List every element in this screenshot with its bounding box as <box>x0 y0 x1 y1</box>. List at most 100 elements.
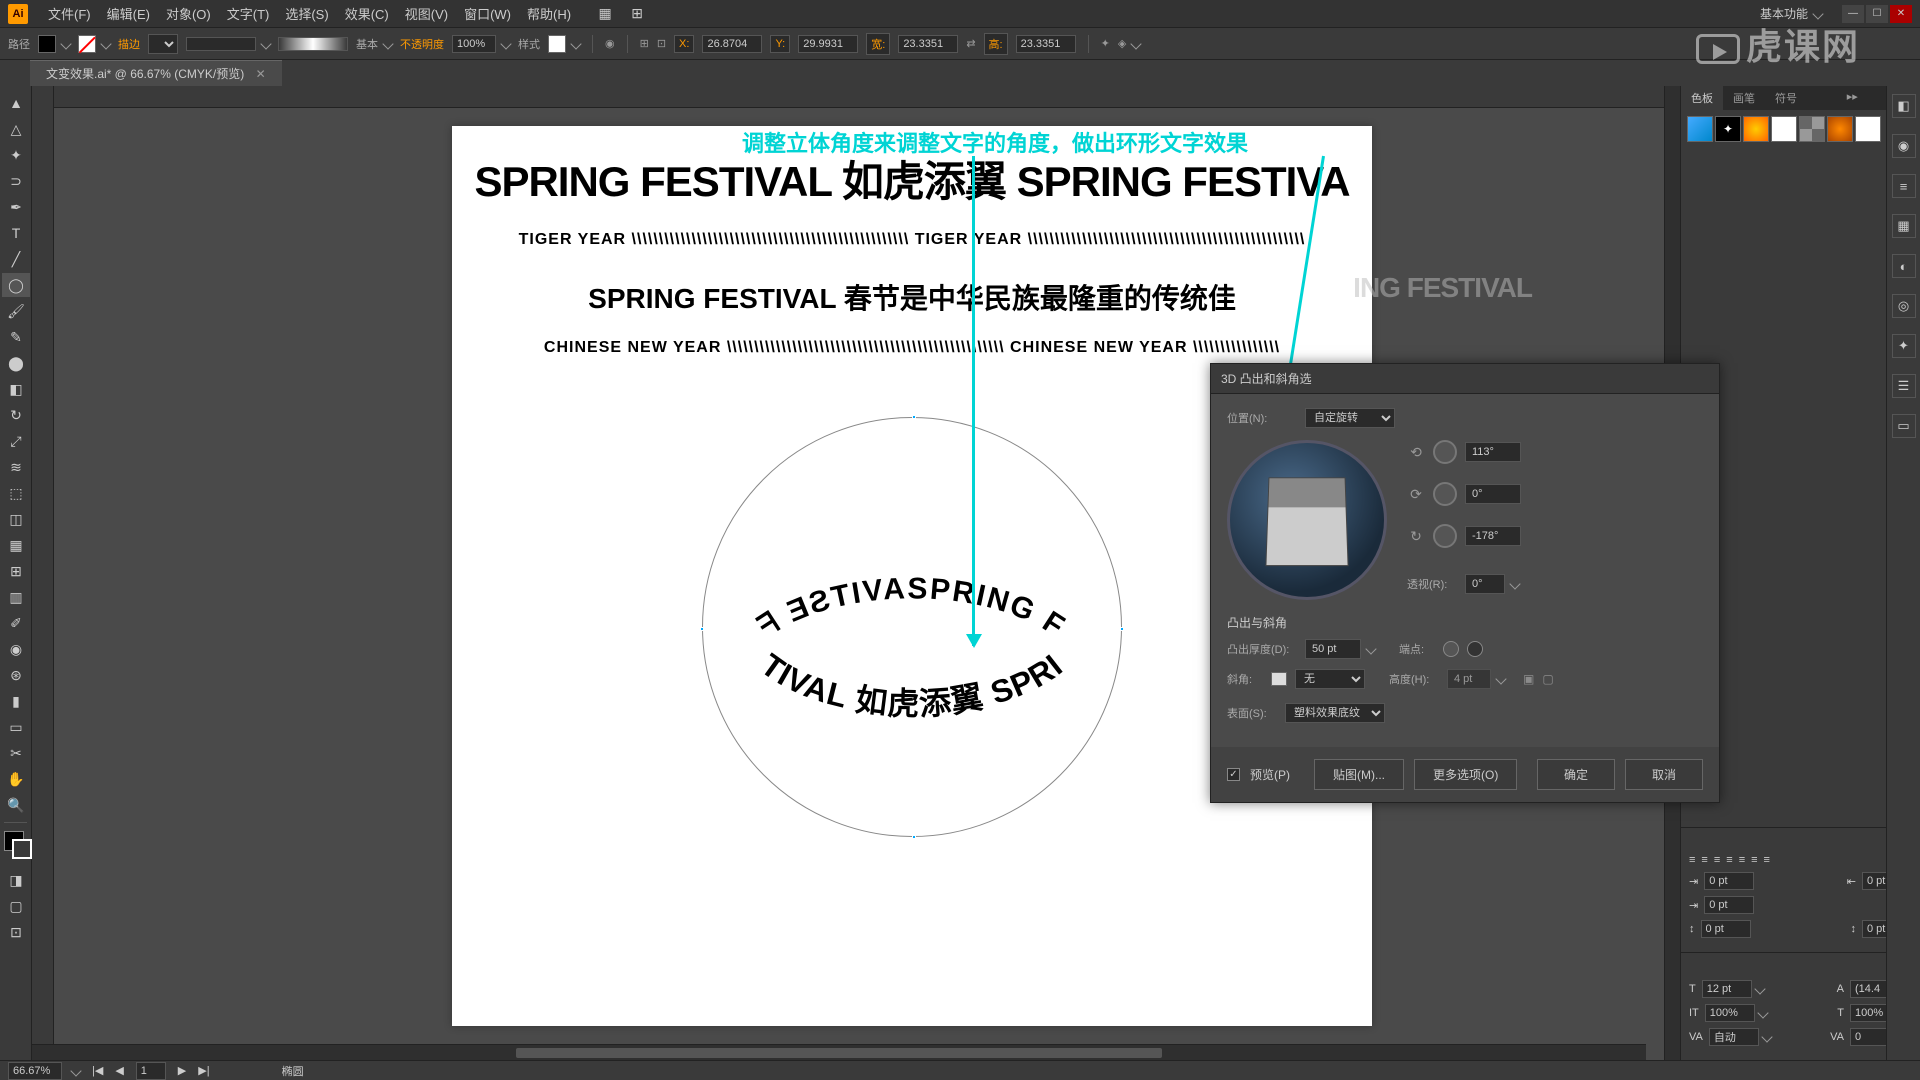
artboard-nav[interactable] <box>136 1062 166 1080</box>
shape-builder-tool[interactable]: ◫ <box>2 507 30 531</box>
eraser-tool[interactable]: ◧ <box>2 377 30 401</box>
menu-file[interactable]: 文件(F) <box>40 4 99 23</box>
rotate-x-dial[interactable] <box>1433 440 1457 464</box>
lasso-tool[interactable]: ⊃ <box>2 169 30 193</box>
maximize-button[interactable]: ☐ <box>1866 5 1888 23</box>
graphic-styles-icon[interactable]: ✦ <box>1892 334 1916 358</box>
rotate-y-input[interactable] <box>1465 484 1521 504</box>
menu-window[interactable]: 窗口(W) <box>456 4 519 23</box>
w-input[interactable] <box>898 35 958 53</box>
rotate-z-dial[interactable] <box>1433 524 1457 548</box>
close-button[interactable]: ✕ <box>1890 5 1912 23</box>
rotate-x-input[interactable] <box>1465 442 1521 462</box>
nav-prev-icon[interactable]: ◀ <box>115 1064 123 1077</box>
menu-select[interactable]: 选择(S) <box>277 4 336 23</box>
kerning[interactable] <box>1709 1028 1759 1046</box>
width-tool[interactable]: ≋ <box>2 455 30 479</box>
bevel-out-icon[interactable]: ▢ <box>1542 672 1553 686</box>
subline-2[interactable]: CHINESE NEW YEAR \\\\\\\\\\\\\\\\\\\\\\\… <box>452 339 1372 357</box>
line-tool[interactable]: ╱ <box>2 247 30 271</box>
menu-object[interactable]: 对象(O) <box>158 4 219 23</box>
magic-wand-tool[interactable]: ✦ <box>2 143 30 167</box>
free-transform-tool[interactable]: ⬚ <box>2 481 30 505</box>
perspective-grid-tool[interactable]: ▦ <box>2 533 30 557</box>
gradient-panel-icon[interactable]: ▦ <box>1892 214 1916 238</box>
nav-first-icon[interactable]: |◀ <box>92 1064 103 1077</box>
tab-close-icon[interactable]: ✕ <box>256 67 266 81</box>
opacity-input[interactable] <box>452 35 496 53</box>
stroke-weight[interactable] <box>148 34 178 54</box>
zoom-input[interactable] <box>8 1062 62 1080</box>
first-line-indent[interactable] <box>1704 896 1754 914</box>
font-size[interactable] <box>1702 980 1752 998</box>
tab-symbols[interactable]: 符号 <box>1765 86 1807 110</box>
space-before[interactable] <box>1701 920 1751 938</box>
swatch-item[interactable]: ✦ <box>1715 116 1741 142</box>
swatch-item[interactable] <box>1687 116 1713 142</box>
swatch-item[interactable] <box>1827 116 1853 142</box>
transparency-panel-icon[interactable]: ◐ <box>1892 254 1916 278</box>
brush-def[interactable] <box>278 37 348 51</box>
surface-select[interactable]: 塑料效果底纹 <box>1285 703 1385 723</box>
eyedropper-tool[interactable]: ✐ <box>2 611 30 635</box>
swatch-item[interactable] <box>1743 116 1769 142</box>
style-swatch[interactable] <box>548 35 566 53</box>
depth-input[interactable] <box>1305 639 1361 659</box>
menu-view[interactable]: 视图(V) <box>397 4 456 23</box>
rotate-z-input[interactable] <box>1465 526 1521 546</box>
artboard-tool[interactable]: ▭ <box>2 715 30 739</box>
menu-effect[interactable]: 效果(C) <box>337 4 397 23</box>
x-input[interactable] <box>702 35 762 53</box>
symbol-sprayer-tool[interactable]: ⊛ <box>2 663 30 687</box>
opacity-label[interactable]: 不透明度 <box>400 36 444 52</box>
direct-selection-tool[interactable]: △ <box>2 117 30 141</box>
circle-text-object[interactable]: ᖷ ƎƧTIVASPRING F TIVAL 如虎添翼 SPRI <box>702 417 1122 837</box>
bevel-height-input[interactable] <box>1447 669 1491 689</box>
slice-tool[interactable]: ✂ <box>2 741 30 765</box>
recolor-icon[interactable]: ◉ <box>605 37 615 50</box>
layout-icon[interactable]: ⊞ <box>623 2 651 26</box>
cap-on-icon[interactable] <box>1443 641 1459 657</box>
fill-stroke-indicator[interactable] <box>0 827 31 867</box>
draw-mode-icon[interactable]: ▢ <box>2 894 30 918</box>
dialog-title[interactable]: 3D 凸出和斜角选 <box>1211 364 1719 394</box>
gradient-tool[interactable]: ▥ <box>2 585 30 609</box>
nav-last-icon[interactable]: ▶| <box>198 1064 209 1077</box>
more-options-button[interactable]: 更多选项(O) <box>1414 759 1517 790</box>
stroke-swatch[interactable] <box>78 35 96 53</box>
arrange-docs-icon[interactable]: ▦ <box>591 2 619 26</box>
paintbrush-tool[interactable]: 🖌 <box>2 299 30 323</box>
subline-1[interactable]: TIGER YEAR \\\\\\\\\\\\\\\\\\\\\\\\\\\\\… <box>452 231 1372 249</box>
menu-type[interactable]: 文字(T) <box>219 4 278 23</box>
scrollbar-horizontal[interactable] <box>32 1044 1646 1060</box>
rotation-cube-preview[interactable] <box>1227 440 1387 600</box>
pen-tool[interactable]: ✒ <box>2 195 30 219</box>
cancel-button[interactable]: 取消 <box>1625 759 1703 790</box>
link-wh-icon[interactable]: ⇄ <box>966 37 975 50</box>
stroke-label[interactable]: 描边 <box>118 36 140 52</box>
blend-tool[interactable]: ◉ <box>2 637 30 661</box>
scale-v[interactable] <box>1705 1004 1755 1022</box>
stroke-profile[interactable] <box>186 37 256 51</box>
blob-brush-tool[interactable]: ⬤ <box>2 351 30 375</box>
tab-brushes[interactable]: 画笔 <box>1723 86 1765 110</box>
menu-edit[interactable]: 编辑(E) <box>99 4 158 23</box>
rotate-tool[interactable]: ↻ <box>2 403 30 427</box>
map-art-button[interactable]: 贴图(M)... <box>1314 759 1404 790</box>
shape-mode-icon[interactable]: ✦ <box>1101 37 1110 50</box>
color-panel-icon[interactable]: ◧ <box>1892 94 1916 118</box>
layers-panel-icon[interactable]: ☰ <box>1892 374 1916 398</box>
document-tab[interactable]: 文变效果.ai* @ 66.67% (CMYK/预览) ✕ <box>30 60 282 86</box>
ok-button[interactable]: 确定 <box>1537 759 1615 790</box>
swatch-item[interactable] <box>1855 116 1881 142</box>
ellipse-tool[interactable]: ◯ <box>2 273 30 297</box>
isolate-icon[interactable]: ◈ <box>1118 37 1126 50</box>
stroke-panel-icon[interactable]: ≡ <box>1892 174 1916 198</box>
rotate-y-dial[interactable] <box>1433 482 1457 506</box>
selection-tool[interactable]: ▲ <box>2 91 30 115</box>
align-icon[interactable]: ⊞ <box>640 37 649 50</box>
fill-swatch[interactable] <box>38 35 56 53</box>
cap-off-icon[interactable] <box>1467 641 1483 657</box>
color-guide-icon[interactable]: ◉ <box>1892 134 1916 158</box>
bevel-in-icon[interactable]: ▣ <box>1523 672 1534 686</box>
